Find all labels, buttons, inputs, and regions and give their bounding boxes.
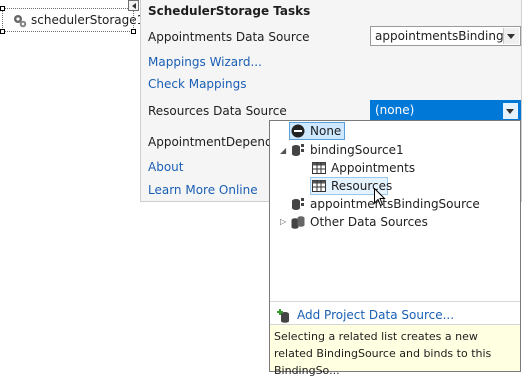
tree-item-label: Other Data Sources [310,215,428,229]
check-mappings-link[interactable]: Check Mappings [148,77,246,91]
component-name: schedulerStorage1 [31,13,145,27]
tree-item-label: Appointments [331,161,416,175]
none-icon [291,124,305,138]
chevron-down-icon[interactable] [503,28,519,44]
table-icon [312,162,326,174]
about-link[interactable]: About [148,160,183,174]
data-sources-icon [291,216,305,229]
learn-more-link[interactable]: Learn More Online [148,183,258,197]
add-project-datasource-label: Add Project Data Source... [297,308,455,322]
tree-item-label: None [310,124,342,138]
chevron-down-icon[interactable] [502,102,519,120]
datasource-dropdown: None ◢ bindingSource1 Appointments Resou… [269,120,521,377]
selection-handle[interactable] [0,6,5,11]
hint-text: Selecting a related list creates a new r… [270,324,520,377]
tree-item-label: appointmentsBindingSource [310,197,480,211]
smart-tag-icon[interactable] [128,0,139,11]
resources-datasource-value: (none) [375,103,415,117]
binding-source-icon [292,144,304,156]
expanded-arrow-icon[interactable]: ◢ [280,147,288,155]
selection-handle[interactable] [0,29,5,34]
selection-handle[interactable] [131,29,136,34]
resources-datasource-label: Resources Data Source [148,104,287,118]
tree-item-none[interactable]: None [289,122,345,141]
component-tray-item[interactable]: schedulerStorage1 [0,6,144,34]
divider [270,301,520,302]
mappings-wizard-link[interactable]: Mappings Wizard... [148,55,262,69]
scheduler-storage-icon [14,15,27,28]
resources-datasource-combo[interactable]: (none) [370,100,521,120]
collapsed-arrow-icon[interactable]: ▷ [280,218,288,226]
binding-source-icon [292,198,304,210]
appointments-datasource-label: Appointments Data Source [148,30,310,44]
appointments-datasource-combo[interactable]: appointmentsBindingS [370,26,521,46]
table-icon [312,180,326,192]
tree-item-label: bindingSource1 [310,143,404,157]
appointments-datasource-value: appointmentsBindingS [375,29,503,43]
appointment-dependency-label: AppointmentDependen [148,135,288,149]
add-datasource-icon [277,309,289,323]
add-project-datasource-link[interactable]: Add Project Data Source... [276,307,516,325]
panel-title: SchedulerStorage Tasks [148,4,311,18]
mouse-cursor-icon [374,188,386,207]
